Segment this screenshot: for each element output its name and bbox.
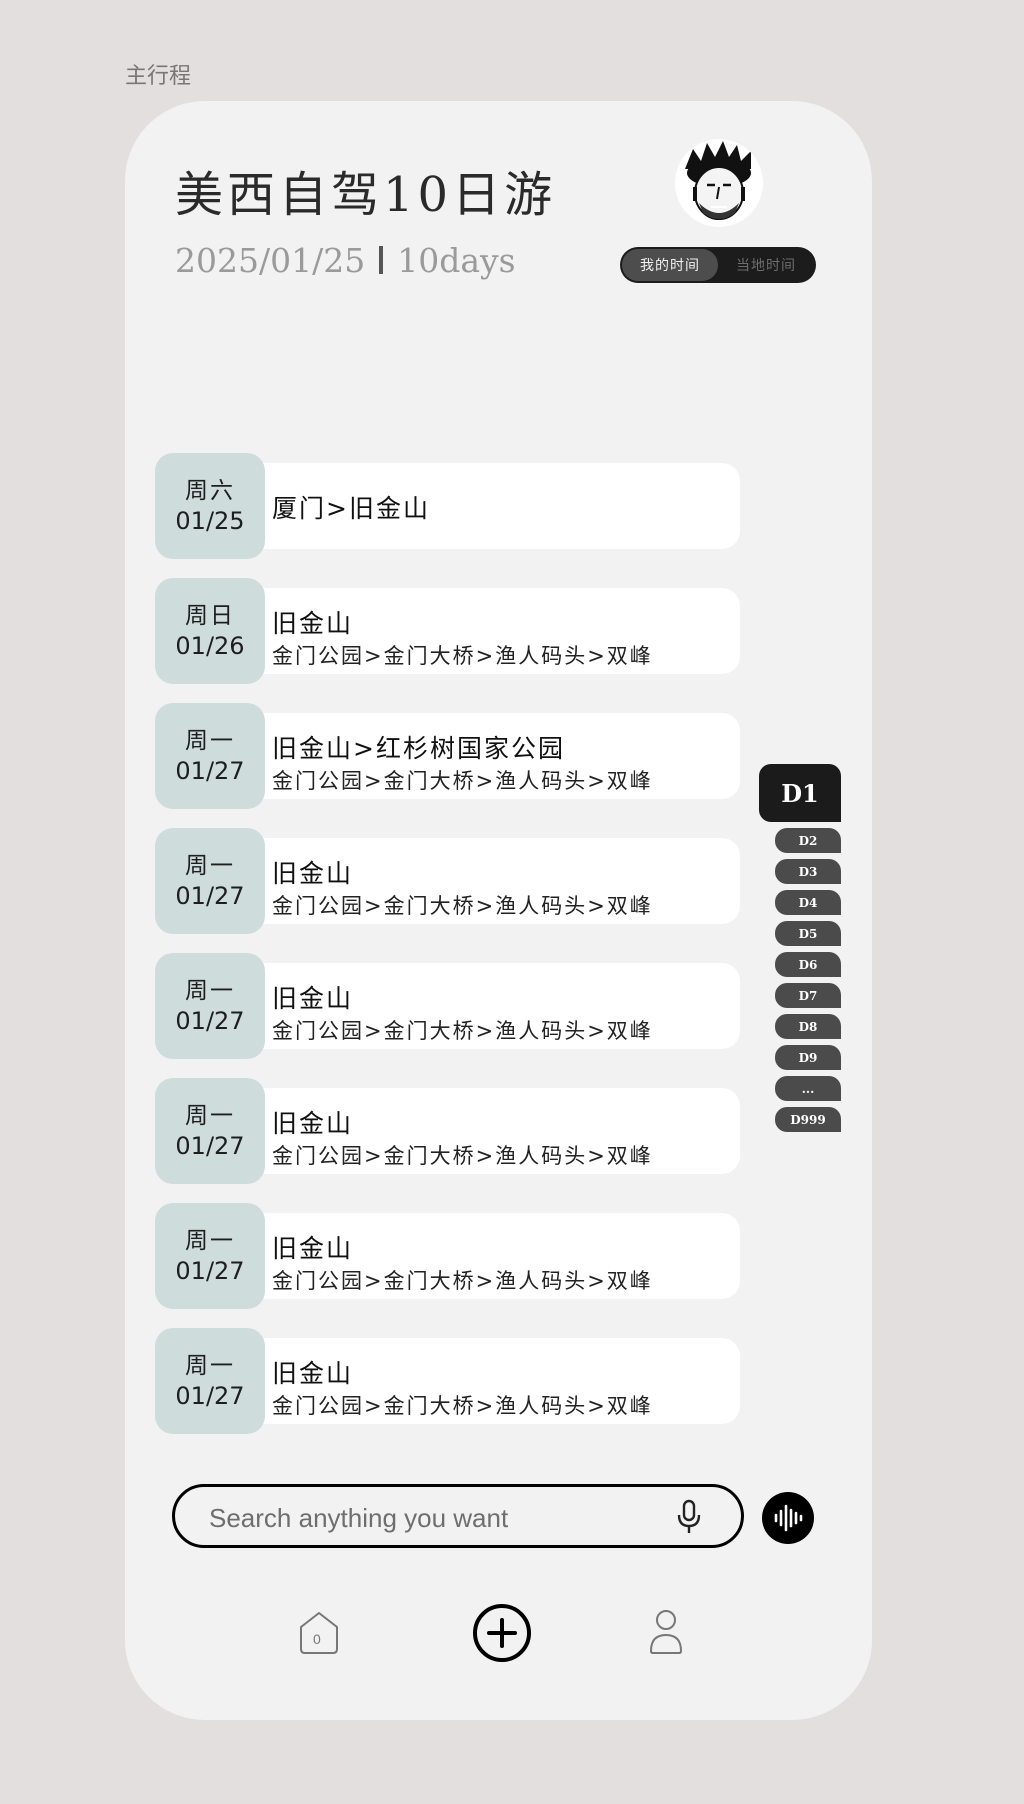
day-list: 厦门>旧金山 周六 01/25 旧金山 金门公园>金门大桥>渔人码头>双峰 周日… — [155, 453, 745, 1453]
date: 01/27 — [175, 1007, 245, 1035]
weekday: 周一 — [185, 1353, 235, 1379]
date-chip: 周一 01/27 — [155, 1203, 265, 1309]
date: 01/27 — [175, 1382, 245, 1410]
voice-wave-icon — [774, 1504, 803, 1532]
day-tab[interactable]: D3 — [775, 859, 841, 884]
route-spots: 金门公园>金门大桥>渔人码头>双峰 — [272, 894, 653, 918]
day-tab-more[interactable]: ... — [775, 1076, 841, 1101]
day-tab[interactable]: D6 — [775, 952, 841, 977]
date-chip: 周一 01/27 — [155, 953, 265, 1059]
toggle-local-time[interactable]: 当地时间 — [718, 249, 814, 281]
trip-duration: 10days — [397, 241, 516, 280]
route-card[interactable]: 厦门>旧金山 — [260, 463, 740, 549]
date-chip: 周一 01/27 — [155, 1078, 265, 1184]
date: 01/27 — [175, 1257, 245, 1285]
route-cities: 旧金山 — [272, 609, 354, 638]
weekday: 周一 — [185, 728, 235, 754]
day-row[interactable]: 旧金山 金门公园>金门大桥>渔人码头>双峰 周一 01/27 — [155, 953, 745, 1059]
day-row[interactable]: 旧金山 金门公园>金门大桥>渔人码头>双峰 周日 01/26 — [155, 578, 745, 684]
route-cities: 旧金山 — [272, 1234, 354, 1263]
avatar-face-icon — [675, 139, 763, 227]
nav-home[interactable]: 0 — [297, 1609, 341, 1655]
day-tab[interactable]: D9 — [775, 1045, 841, 1070]
nav-add-button[interactable] — [472, 1603, 532, 1663]
day-row[interactable]: 旧金山 金门公园>金门大桥>渔人码头>双峰 周一 01/27 — [155, 1328, 745, 1434]
route-spots: 金门公园>金门大桥>渔人码头>双峰 — [272, 644, 653, 668]
divider — [379, 246, 384, 274]
route-card[interactable]: 旧金山>红杉树国家公园 金门公园>金门大桥>渔人码头>双峰 — [260, 713, 740, 799]
route-spots: 金门公园>金门大桥>渔人码头>双峰 — [272, 1019, 653, 1043]
date: 01/27 — [175, 882, 245, 910]
trip-start-date: 2025/01/25 — [175, 241, 366, 280]
avatar[interactable] — [675, 139, 763, 227]
date: 01/26 — [175, 632, 245, 660]
route-cities: 旧金山 — [272, 1109, 354, 1138]
time-zone-toggle[interactable]: 我的时间 当地时间 — [620, 247, 816, 283]
weekday: 周一 — [185, 1228, 235, 1254]
day-row[interactable]: 旧金山 金门公园>金门大桥>渔人码头>双峰 周一 01/27 — [155, 828, 745, 934]
route-card[interactable]: 旧金山 金门公园>金门大桥>渔人码头>双峰 — [260, 588, 740, 674]
date: 01/25 — [175, 507, 245, 535]
route-card[interactable]: 旧金山 金门公园>金门大桥>渔人码头>双峰 — [260, 1213, 740, 1299]
weekday: 周一 — [185, 853, 235, 879]
search-input[interactable] — [207, 1499, 651, 1537]
route-cities: 旧金山 — [272, 859, 354, 888]
home-badge: 0 — [313, 1631, 321, 1647]
nav-profile[interactable] — [649, 1609, 683, 1655]
day-tab-current[interactable]: D1 — [759, 764, 841, 822]
date-chip: 周一 01/27 — [155, 828, 265, 934]
day-tab[interactable]: D8 — [775, 1014, 841, 1039]
route-card[interactable]: 旧金山 金门公园>金门大桥>渔人码头>双峰 — [260, 963, 740, 1049]
day-row[interactable]: 旧金山 金门公园>金门大桥>渔人码头>双峰 周一 01/27 — [155, 1078, 745, 1184]
date-chip: 周六 01/25 — [155, 453, 265, 559]
add-circle-icon — [473, 1604, 531, 1662]
toggle-my-time[interactable]: 我的时间 — [622, 249, 718, 281]
day-index: D1 D2 D3 D4 D5 D6 D7 D8 D9 ... D999 — [759, 764, 841, 1132]
day-row[interactable]: 旧金山 金门公园>金门大桥>渔人码头>双峰 周一 01/27 — [155, 1203, 745, 1309]
weekday: 周一 — [185, 978, 235, 1004]
page-label: 主行程 — [125, 64, 192, 89]
day-tab[interactable]: D999 — [775, 1107, 841, 1132]
search-bar — [172, 1484, 744, 1548]
route-card[interactable]: 旧金山 金门公园>金门大桥>渔人码头>双峰 — [260, 838, 740, 924]
trip-title: 美西自驾10日游 — [175, 167, 557, 223]
weekday: 周一 — [185, 1103, 235, 1129]
date-chip: 周一 01/27 — [155, 1328, 265, 1434]
day-row[interactable]: 厦门>旧金山 周六 01/25 — [155, 453, 745, 559]
route-card[interactable]: 旧金山 金门公园>金门大桥>渔人码头>双峰 — [260, 1088, 740, 1174]
day-row[interactable]: 旧金山>红杉树国家公园 金门公园>金门大桥>渔人码头>双峰 周一 01/27 — [155, 703, 745, 809]
profile-icon — [649, 1610, 683, 1654]
weekday: 周六 — [185, 478, 235, 504]
date: 01/27 — [175, 1132, 245, 1160]
route-spots: 金门公园>金门大桥>渔人码头>双峰 — [272, 1144, 653, 1168]
route-cities: 旧金山 — [272, 984, 354, 1013]
route-spots: 金门公园>金门大桥>渔人码头>双峰 — [272, 1394, 653, 1418]
trip-meta: 2025/01/25 10days — [175, 241, 516, 280]
voice-button[interactable] — [762, 1492, 814, 1544]
route-cities: 旧金山 — [272, 1359, 354, 1388]
route-cities: 厦门>旧金山 — [272, 494, 430, 523]
microphone-icon[interactable] — [675, 1499, 703, 1535]
date: 01/27 — [175, 757, 245, 785]
date-chip: 周一 01/27 — [155, 703, 265, 809]
route-card[interactable]: 旧金山 金门公园>金门大桥>渔人码头>双峰 — [260, 1338, 740, 1424]
trip-card: 美西自驾10日游 2025/01/25 10days 我的时间 当地时间 厦门>旧… — [125, 101, 872, 1720]
day-tab[interactable]: D7 — [775, 983, 841, 1008]
route-spots: 金门公园>金门大桥>渔人码头>双峰 — [272, 1269, 653, 1293]
day-tab[interactable]: D5 — [775, 921, 841, 946]
route-spots: 金门公园>金门大桥>渔人码头>双峰 — [272, 769, 653, 793]
day-tab[interactable]: D2 — [775, 828, 841, 853]
date-chip: 周日 01/26 — [155, 578, 265, 684]
weekday: 周日 — [185, 603, 235, 629]
route-cities: 旧金山>红杉树国家公园 — [272, 734, 565, 763]
day-tab[interactable]: D4 — [775, 890, 841, 915]
